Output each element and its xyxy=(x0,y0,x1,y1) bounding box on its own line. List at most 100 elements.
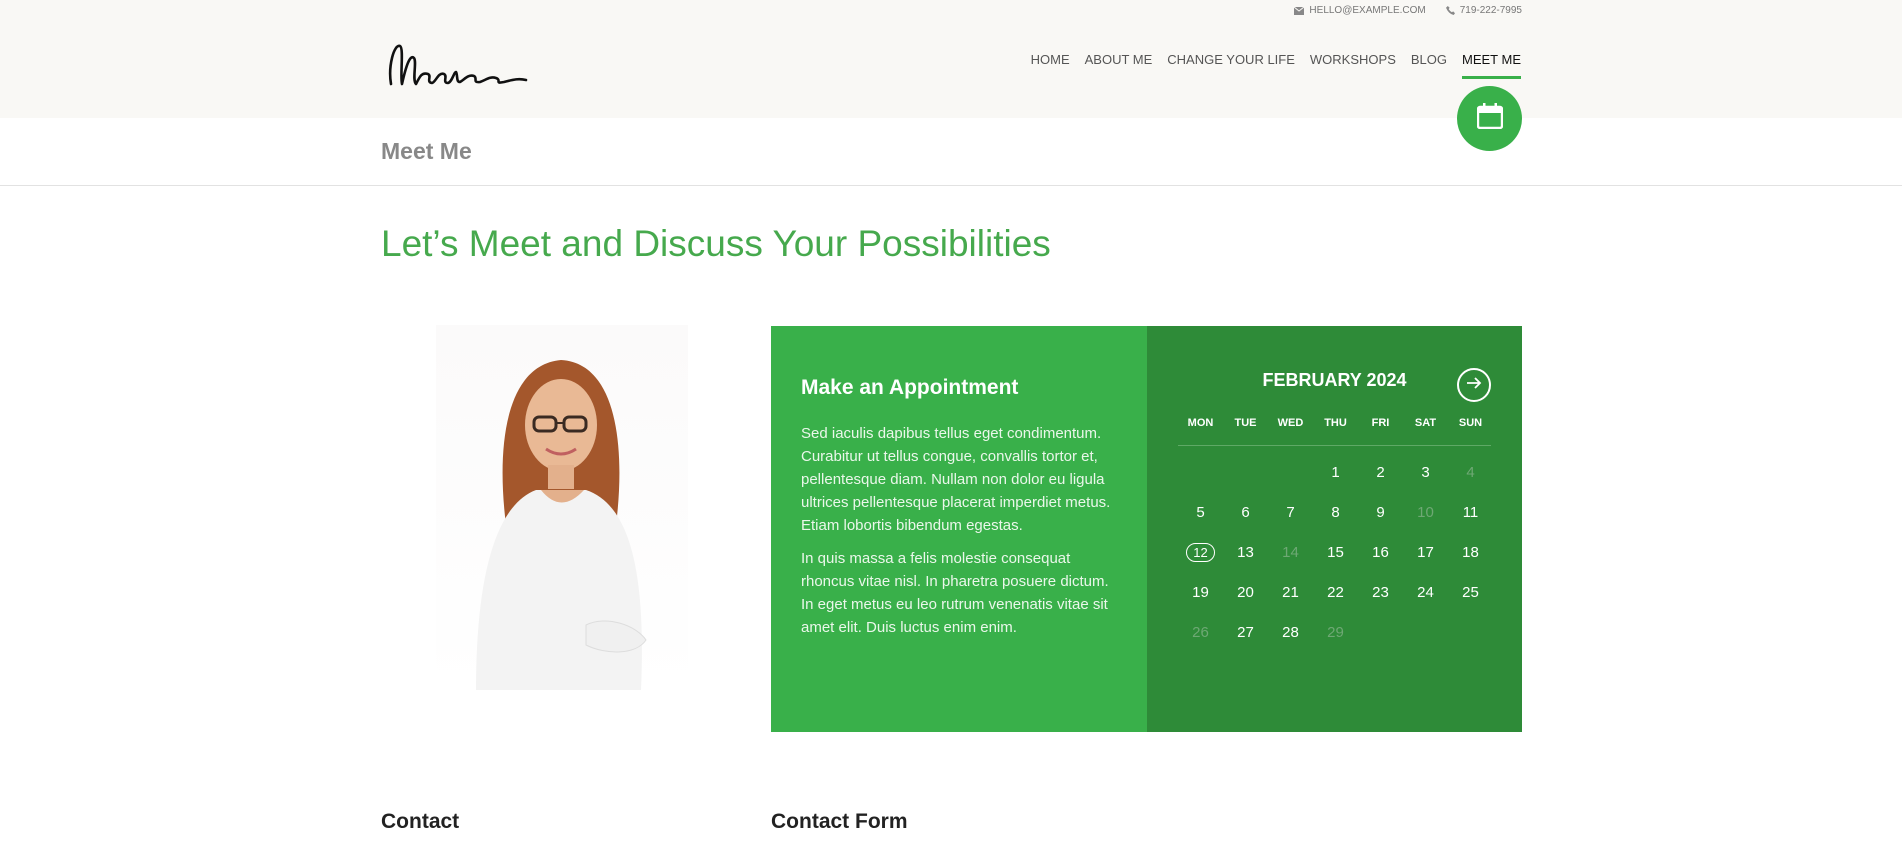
calendar-day[interactable]: 14 xyxy=(1268,532,1313,572)
calendar-day[interactable]: 26 xyxy=(1178,612,1223,652)
site-header: HELLO@EXAMPLE.COM 719-222-7995 HOME ABOU… xyxy=(0,0,1902,118)
calendar-day[interactable]: 3 xyxy=(1403,452,1448,492)
calendar-day[interactable]: 18 xyxy=(1448,532,1493,572)
calendar-day[interactable]: 9 xyxy=(1358,492,1403,532)
calendar-day[interactable]: 12 xyxy=(1178,532,1223,572)
calendar-widget: FEBRUARY 2024 MON TUE WED THU FRI SAT SU… xyxy=(1147,326,1522,732)
calendar-day-number: 20 xyxy=(1237,583,1254,601)
calendar-day-number: 18 xyxy=(1462,543,1479,561)
calendar-day[interactable]: 10 xyxy=(1403,492,1448,532)
phone-text: 719-222-7995 xyxy=(1459,5,1522,16)
calendar-day[interactable]: 6 xyxy=(1223,492,1268,532)
email-text: HELLO@EXAMPLE.COM xyxy=(1309,5,1426,16)
nav-blog[interactable]: BLOG xyxy=(1411,52,1447,79)
calendar-day[interactable]: 20 xyxy=(1223,572,1268,612)
nav-about-me[interactable]: ABOUT ME xyxy=(1085,52,1153,79)
calendar-icon xyxy=(1476,103,1503,134)
calendar-day[interactable]: 17 xyxy=(1403,532,1448,572)
weekday-row: MON TUE WED THU FRI SAT SUN xyxy=(1178,414,1491,446)
calendar-month: FEBRUARY 2024 xyxy=(1262,370,1407,390)
calendar-day-number: 10 xyxy=(1417,503,1434,521)
envelope-icon xyxy=(1294,6,1305,15)
weekday-mon: MON xyxy=(1187,417,1214,429)
calendar-day[interactable]: 5 xyxy=(1178,492,1223,532)
calendar-day[interactable]: 15 xyxy=(1313,532,1358,572)
calendar-days: 1 2 3 4 5 6 7 8 9 10 11 12 13 14 15 16 17 18 19 20 21 22 23 24 2… xyxy=(1178,452,1491,652)
calendar-day-number: 17 xyxy=(1417,543,1434,561)
email-link[interactable]: HELLO@EXAMPLE.COM xyxy=(1294,5,1426,16)
calendar-day-number: 16 xyxy=(1372,543,1389,561)
calendar-day-empty xyxy=(1268,452,1313,492)
calendar-day-number: 28 xyxy=(1282,623,1299,641)
calendar-day-number: 25 xyxy=(1462,583,1479,601)
calendar-day[interactable]: 13 xyxy=(1223,532,1268,572)
calendar-day[interactable]: 23 xyxy=(1358,572,1403,612)
appointment-paragraph-2: In quis massa a felis molestie consequat… xyxy=(801,550,1109,636)
next-month-button[interactable] xyxy=(1457,368,1491,402)
calendar-day-number: 14 xyxy=(1282,543,1299,561)
calendar-day-empty xyxy=(1178,452,1223,492)
phone-icon xyxy=(1445,6,1455,15)
appointment-title: Make an Appointment xyxy=(801,376,1019,399)
calendar-day[interactable]: 25 xyxy=(1448,572,1493,612)
calendar-day[interactable]: 1 xyxy=(1313,452,1358,492)
calendar-day-number: 6 xyxy=(1241,503,1250,521)
calendar-day[interactable]: 4 xyxy=(1448,452,1493,492)
calendar-day[interactable]: 28 xyxy=(1268,612,1313,652)
calendar-day-number: 22 xyxy=(1327,583,1344,601)
calendar-day-number: 7 xyxy=(1286,503,1295,521)
profile-photo xyxy=(436,325,688,690)
calendar-header: FEBRUARY 2024 xyxy=(1178,326,1491,414)
calendar-day-number: 11 xyxy=(1462,503,1479,521)
appointment-paragraph-1: Sed iaculis dapibus tellus eget condimen… xyxy=(801,425,1111,534)
contact-heading: Contact xyxy=(381,810,460,833)
calendar-day[interactable]: 27 xyxy=(1223,612,1268,652)
calendar-day[interactable]: 21 xyxy=(1268,572,1313,612)
calendar-day[interactable]: 11 xyxy=(1448,492,1493,532)
calendar-day-number: 9 xyxy=(1376,503,1385,521)
calendar-day-number: 8 xyxy=(1331,503,1340,521)
nav-change-your-life[interactable]: CHANGE YOUR LIFE xyxy=(1167,52,1295,79)
calendar-day[interactable]: 24 xyxy=(1403,572,1448,612)
page-title: Meet Me xyxy=(381,138,472,164)
calendar-day-number: 15 xyxy=(1327,543,1344,561)
calendar-button[interactable] xyxy=(1457,86,1522,151)
nav-workshops[interactable]: WORKSHOPS xyxy=(1310,52,1396,79)
calendar-day-number: 13 xyxy=(1237,543,1254,561)
calendar-day[interactable]: 7 xyxy=(1268,492,1313,532)
calendar-day-number: 24 xyxy=(1417,583,1434,601)
arrow-right-icon xyxy=(1466,376,1482,394)
calendar-day[interactable]: 2 xyxy=(1358,452,1403,492)
logo[interactable] xyxy=(386,36,528,94)
contact-form-heading: Contact Form xyxy=(771,810,908,833)
calendar-day-empty xyxy=(1223,452,1268,492)
calendar-day-number: 2 xyxy=(1376,463,1385,481)
main-nav: HOME ABOUT ME CHANGE YOUR LIFE WORKSHOPS… xyxy=(1031,52,1521,79)
calendar-day-number: 21 xyxy=(1282,583,1299,601)
calendar-day-number: 4 xyxy=(1466,463,1475,481)
calendar-day-number: 1 xyxy=(1331,463,1340,481)
calendar-day[interactable]: 29 xyxy=(1313,612,1358,652)
weekday-wed: WED xyxy=(1277,417,1304,429)
headline: Let’s Meet and Discuss Your Possibilitie… xyxy=(381,223,1051,264)
calendar-day-number: 23 xyxy=(1372,583,1389,601)
nav-meet-me[interactable]: MEET ME xyxy=(1462,52,1521,79)
phone-link[interactable]: 719-222-7995 xyxy=(1445,5,1522,16)
calendar-day-number: 29 xyxy=(1327,623,1344,641)
calendar-day[interactable]: 22 xyxy=(1313,572,1358,612)
calendar-day-number: 3 xyxy=(1421,463,1430,481)
topbar: HELLO@EXAMPLE.COM 719-222-7995 xyxy=(1294,5,1522,16)
appointment-panel: Make an Appointment Sed iaculis dapibus … xyxy=(771,326,1147,732)
calendar-day-number: 26 xyxy=(1192,623,1209,641)
calendar-day[interactable]: 8 xyxy=(1313,492,1358,532)
weekday-sun: SUN xyxy=(1458,417,1483,429)
weekday-sat: SAT xyxy=(1414,417,1437,429)
calendar-day[interactable]: 19 xyxy=(1178,572,1223,612)
page-title-bar: Meet Me xyxy=(0,118,1902,186)
calendar-day-number: 12 xyxy=(1186,542,1215,562)
calendar-day-number: 27 xyxy=(1237,623,1254,641)
nav-home[interactable]: HOME xyxy=(1031,52,1070,79)
calendar-day[interactable]: 16 xyxy=(1358,532,1403,572)
weekday-fri: FRI xyxy=(1371,417,1390,429)
calendar-day-number: 19 xyxy=(1192,583,1209,601)
